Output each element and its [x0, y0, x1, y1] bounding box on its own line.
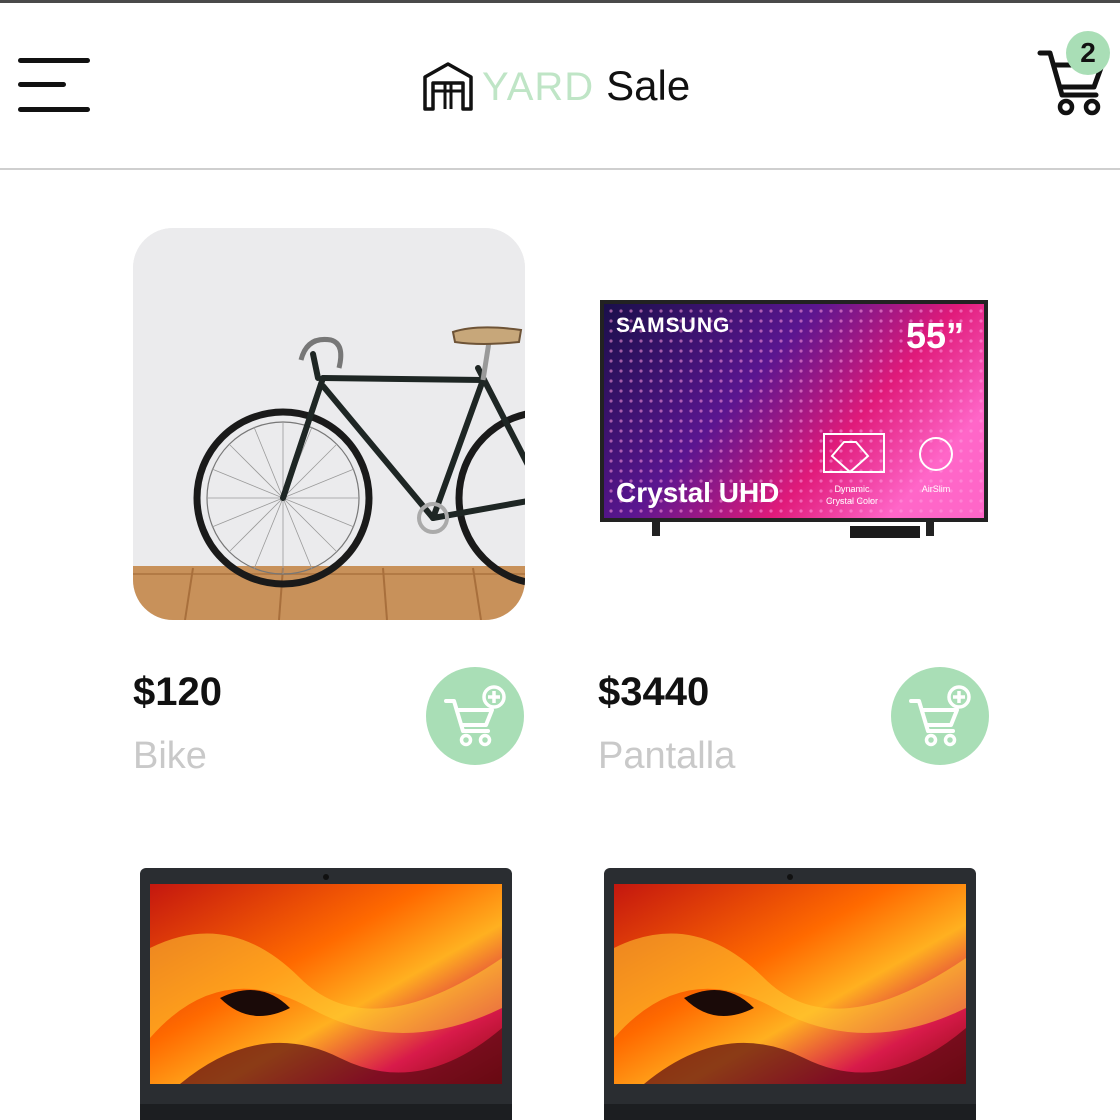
product-image-laptop[interactable] [140, 868, 512, 1120]
tv-size-text: 55” [906, 315, 964, 356]
laptop-photo [140, 868, 512, 1120]
bike-photo [133, 228, 525, 620]
menu-line [18, 82, 66, 87]
add-to-cart-icon [444, 685, 506, 747]
product-image-laptop[interactable] [604, 868, 976, 1120]
add-to-cart-button[interactable] [891, 667, 989, 765]
cart-button[interactable]: 2 [1036, 31, 1112, 117]
app-logo[interactable]: YARD Sale [422, 55, 690, 111]
tv-model-text: Crystal UHD [616, 477, 779, 508]
product-image-tv[interactable]: SAMSUNG 55” Crystal UHD Dynamic Crystal … [596, 296, 990, 542]
product-price: $3440 [598, 670, 710, 714]
cart-count-badge: 2 [1066, 31, 1110, 75]
tv-feature-text: Dynamic [834, 484, 870, 494]
tv-feature-text: Crystal Color [826, 496, 878, 506]
add-to-cart-button[interactable] [426, 667, 524, 765]
menu-button[interactable] [18, 58, 92, 118]
tv-brand-text: SAMSUNG [616, 314, 730, 337]
product-price: $120 [133, 670, 222, 714]
logo-yard-text: YARD [482, 65, 595, 109]
tv-photo: SAMSUNG 55” Crystal UHD Dynamic Crystal … [600, 300, 988, 538]
garage-icon [423, 62, 473, 111]
add-to-cart-icon [909, 685, 971, 747]
app-header: YARD Sale 2 [0, 3, 1120, 170]
tv-feature-text: AirSlim [922, 484, 951, 494]
logo-sale-text: Sale [606, 62, 691, 109]
menu-line [18, 58, 90, 63]
product-name: Bike [133, 735, 207, 777]
laptop-photo [604, 868, 976, 1120]
product-image-bike[interactable] [133, 228, 525, 620]
menu-line [18, 107, 90, 112]
product-name: Pantalla [598, 735, 736, 777]
